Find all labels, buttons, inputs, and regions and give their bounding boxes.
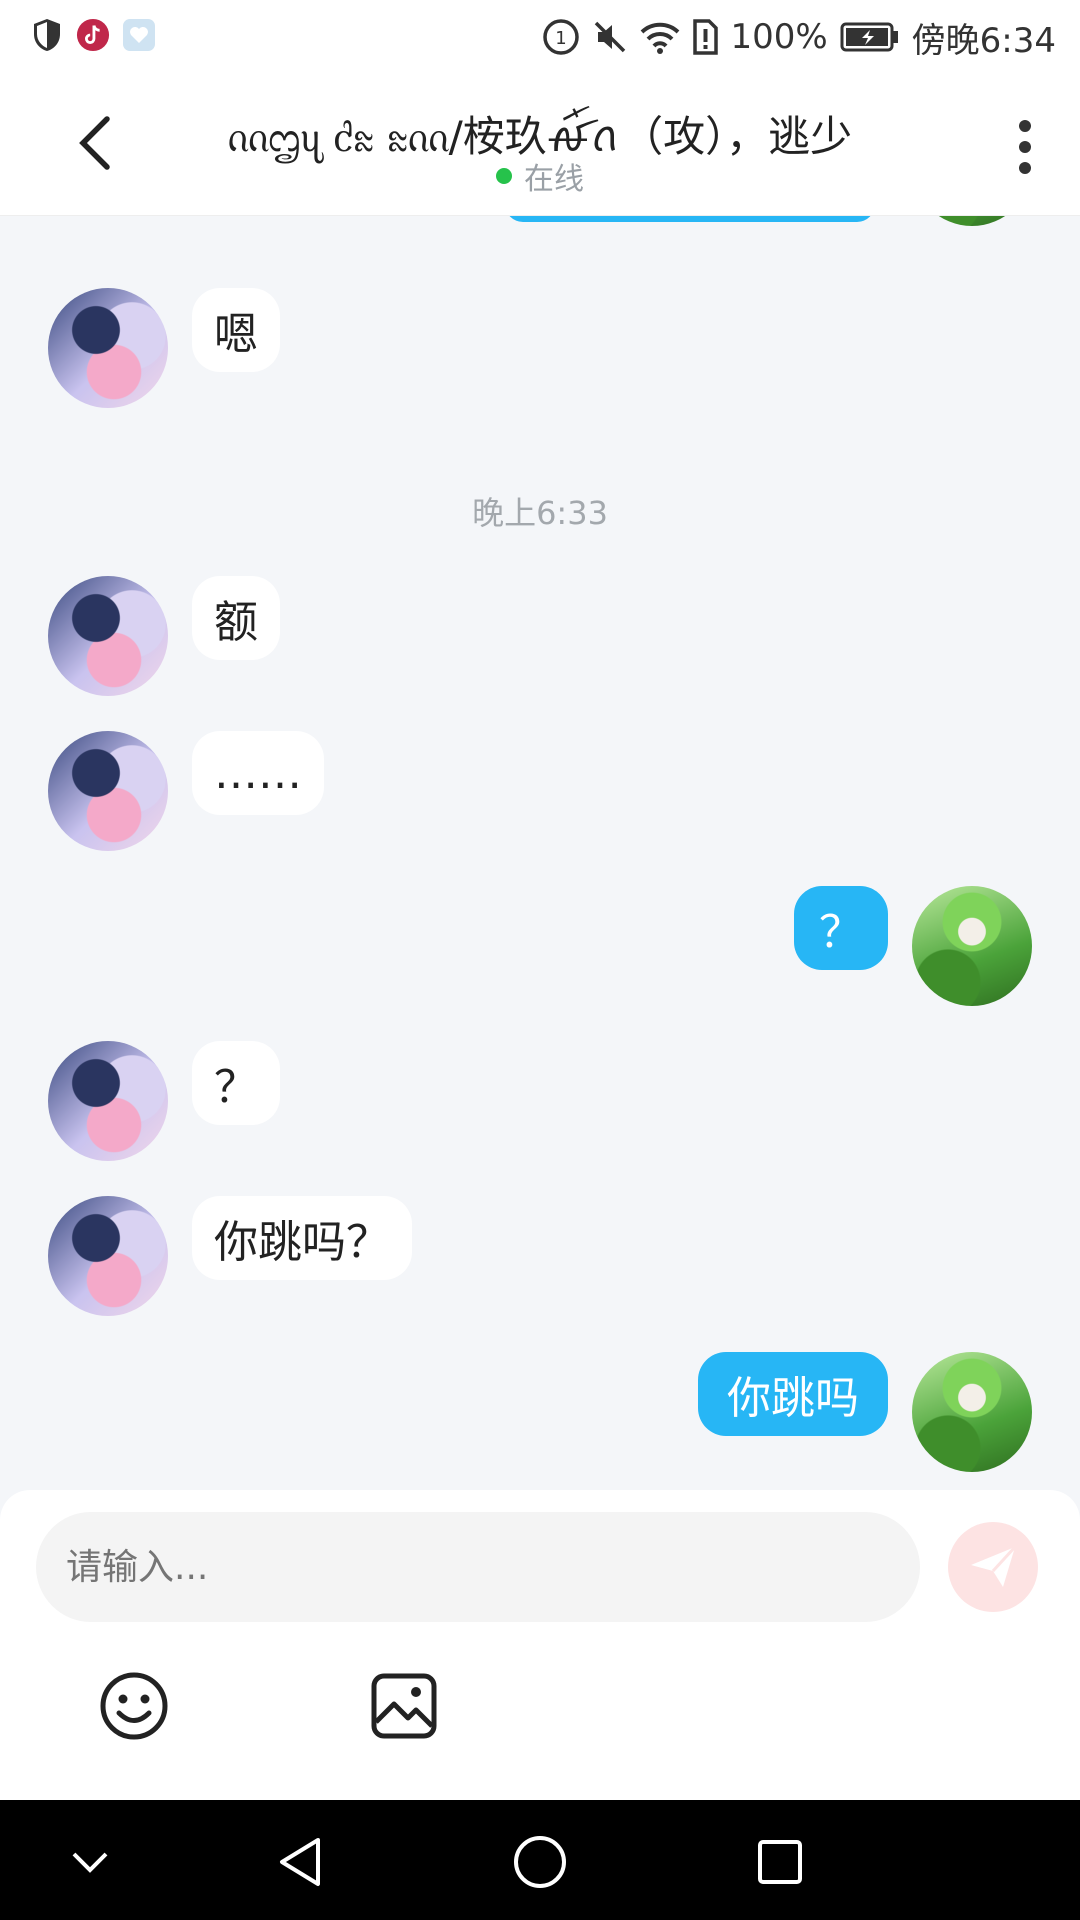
- chat-header: ᦶᦗᦴ ᦺᦰ ᦰᦶ/桉玖ꫛꪸꪒ（攻），逃少 在线: [0, 72, 1080, 216]
- composer-panel: [0, 1490, 1080, 1800]
- nav-back-icon: [280, 1838, 320, 1886]
- online-status: 在线: [0, 154, 1080, 198]
- svg-text:1: 1: [556, 28, 567, 49]
- image-button[interactable]: [366, 1668, 442, 1744]
- app-icon: [122, 16, 156, 54]
- wifi-icon: [640, 20, 680, 54]
- message-input[interactable]: [36, 1512, 920, 1622]
- message-bubble-in[interactable]: 嗯: [192, 288, 280, 372]
- message-bubble-partial: [505, 216, 875, 222]
- home-icon: [514, 1836, 566, 1888]
- message-bubble-in[interactable]: ……: [192, 731, 324, 815]
- online-status-label: 在线: [524, 162, 584, 197]
- message-bubble-out[interactable]: ？: [794, 886, 888, 970]
- avatar-contact[interactable]: [48, 731, 168, 851]
- status-bar: 1 100% 傍晚6:34: [0, 0, 1080, 72]
- battery-icon: [840, 21, 900, 53]
- more-icon: [1019, 120, 1031, 132]
- send-button[interactable]: [948, 1522, 1038, 1612]
- battery-percent: 100%: [730, 17, 828, 57]
- image-icon: [371, 1673, 437, 1739]
- system-nav-bar: [0, 1800, 1080, 1920]
- message-bubble-in[interactable]: 额: [192, 576, 280, 660]
- mute-icon: [592, 19, 628, 55]
- clock: 傍晚6:34: [911, 20, 1056, 61]
- sim-alert-icon: [692, 19, 719, 55]
- avatar-self[interactable]: [912, 1352, 1032, 1472]
- home-button[interactable]: [508, 1830, 572, 1894]
- collapse-button[interactable]: [58, 1830, 122, 1894]
- send-icon: [971, 1545, 1017, 1587]
- avatar-contact[interactable]: [48, 1196, 168, 1316]
- avatar-self[interactable]: [912, 216, 1032, 226]
- more-button[interactable]: [1000, 112, 1050, 182]
- recents-button[interactable]: [748, 1830, 812, 1894]
- avatar-contact[interactable]: [48, 288, 168, 408]
- shield-icon: [30, 16, 64, 54]
- nav-back-button[interactable]: [268, 1830, 332, 1894]
- message-bubble-in[interactable]: 你跳吗？: [192, 1196, 412, 1280]
- message-bubble-in[interactable]: ？: [192, 1041, 280, 1125]
- online-dot: [496, 168, 512, 184]
- avatar-self[interactable]: [912, 886, 1032, 1006]
- avatar-contact[interactable]: [48, 576, 168, 696]
- recents-icon: [758, 1840, 802, 1884]
- tiktok-icon: [76, 16, 110, 54]
- avatar-contact[interactable]: [48, 1041, 168, 1161]
- data-saver-icon: 1: [542, 18, 580, 56]
- collapse-icon: [72, 1852, 108, 1873]
- message-list[interactable]: 嗯 晚上6:33 额 …… ？ ？ 你跳吗？ 你跳吗: [0, 216, 1080, 1490]
- time-separator: 晚上6:33: [472, 494, 608, 532]
- message-bubble-out[interactable]: 你跳吗: [698, 1352, 888, 1436]
- emoji-button[interactable]: [96, 1668, 172, 1744]
- emoji-icon: [100, 1672, 168, 1740]
